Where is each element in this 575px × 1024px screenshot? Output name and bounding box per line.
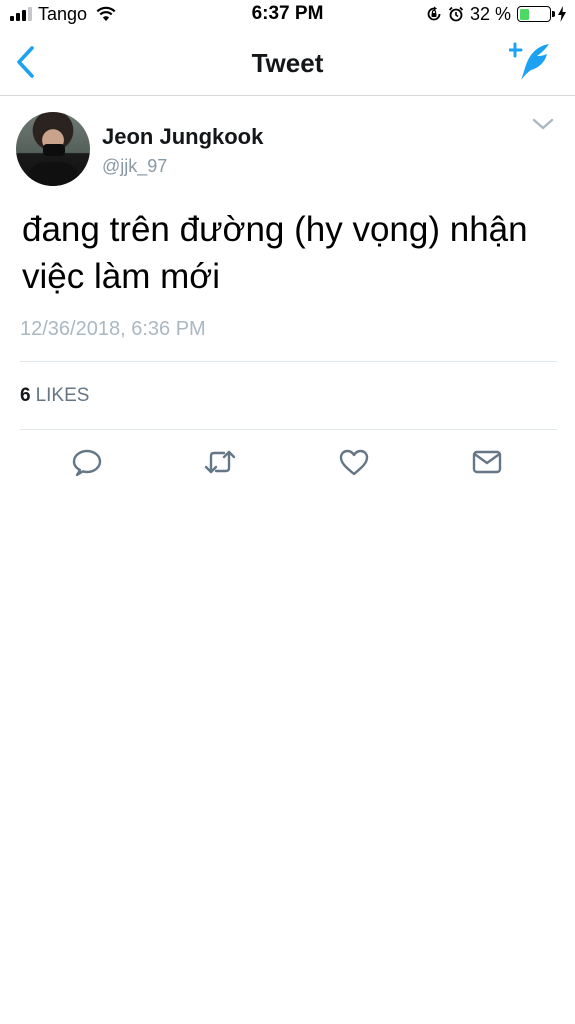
tweet-text: đang trên đường (hy vọng) nhận việc làm … bbox=[22, 210, 528, 296]
likes-stat[interactable]: 6 LIKES bbox=[20, 385, 89, 407]
like-button[interactable] bbox=[338, 446, 370, 478]
heart-icon bbox=[339, 449, 369, 476]
divider bbox=[20, 429, 557, 430]
likes-count: 6 bbox=[20, 385, 31, 406]
compose-feather-icon bbox=[507, 42, 549, 80]
likes-label: LIKES bbox=[35, 385, 90, 406]
retweet-button[interactable] bbox=[204, 446, 236, 478]
direct-message-button[interactable] bbox=[471, 446, 503, 478]
orientation-lock-icon bbox=[427, 6, 441, 21]
page-title: Tweet bbox=[251, 48, 324, 78]
author-name[interactable]: Jeon Jungkook bbox=[102, 124, 263, 150]
divider bbox=[20, 361, 557, 362]
status-bar: Tango 6:37 PM 32 % bbox=[0, 0, 575, 30]
reply-button[interactable] bbox=[71, 446, 103, 478]
battery-percent: 32 % bbox=[469, 3, 511, 24]
author-handle[interactable]: @jjk_97 bbox=[102, 156, 167, 177]
charging-bolt-icon bbox=[558, 6, 566, 22]
chevron-down-icon[interactable] bbox=[531, 116, 555, 132]
reply-icon bbox=[72, 449, 102, 477]
alarm-icon bbox=[448, 6, 464, 22]
tweet-timestamp: 12/36/2018, 6:36 PM bbox=[20, 318, 206, 340]
retweet-icon bbox=[204, 450, 236, 474]
battery-fill bbox=[519, 8, 529, 20]
battery-icon bbox=[517, 6, 555, 22]
envelope-icon bbox=[472, 450, 502, 474]
nav-bar: Tweet bbox=[0, 30, 575, 96]
avatar[interactable] bbox=[16, 112, 90, 186]
status-right: 32 % bbox=[426, 4, 567, 24]
compose-tweet-button[interactable] bbox=[507, 42, 555, 82]
